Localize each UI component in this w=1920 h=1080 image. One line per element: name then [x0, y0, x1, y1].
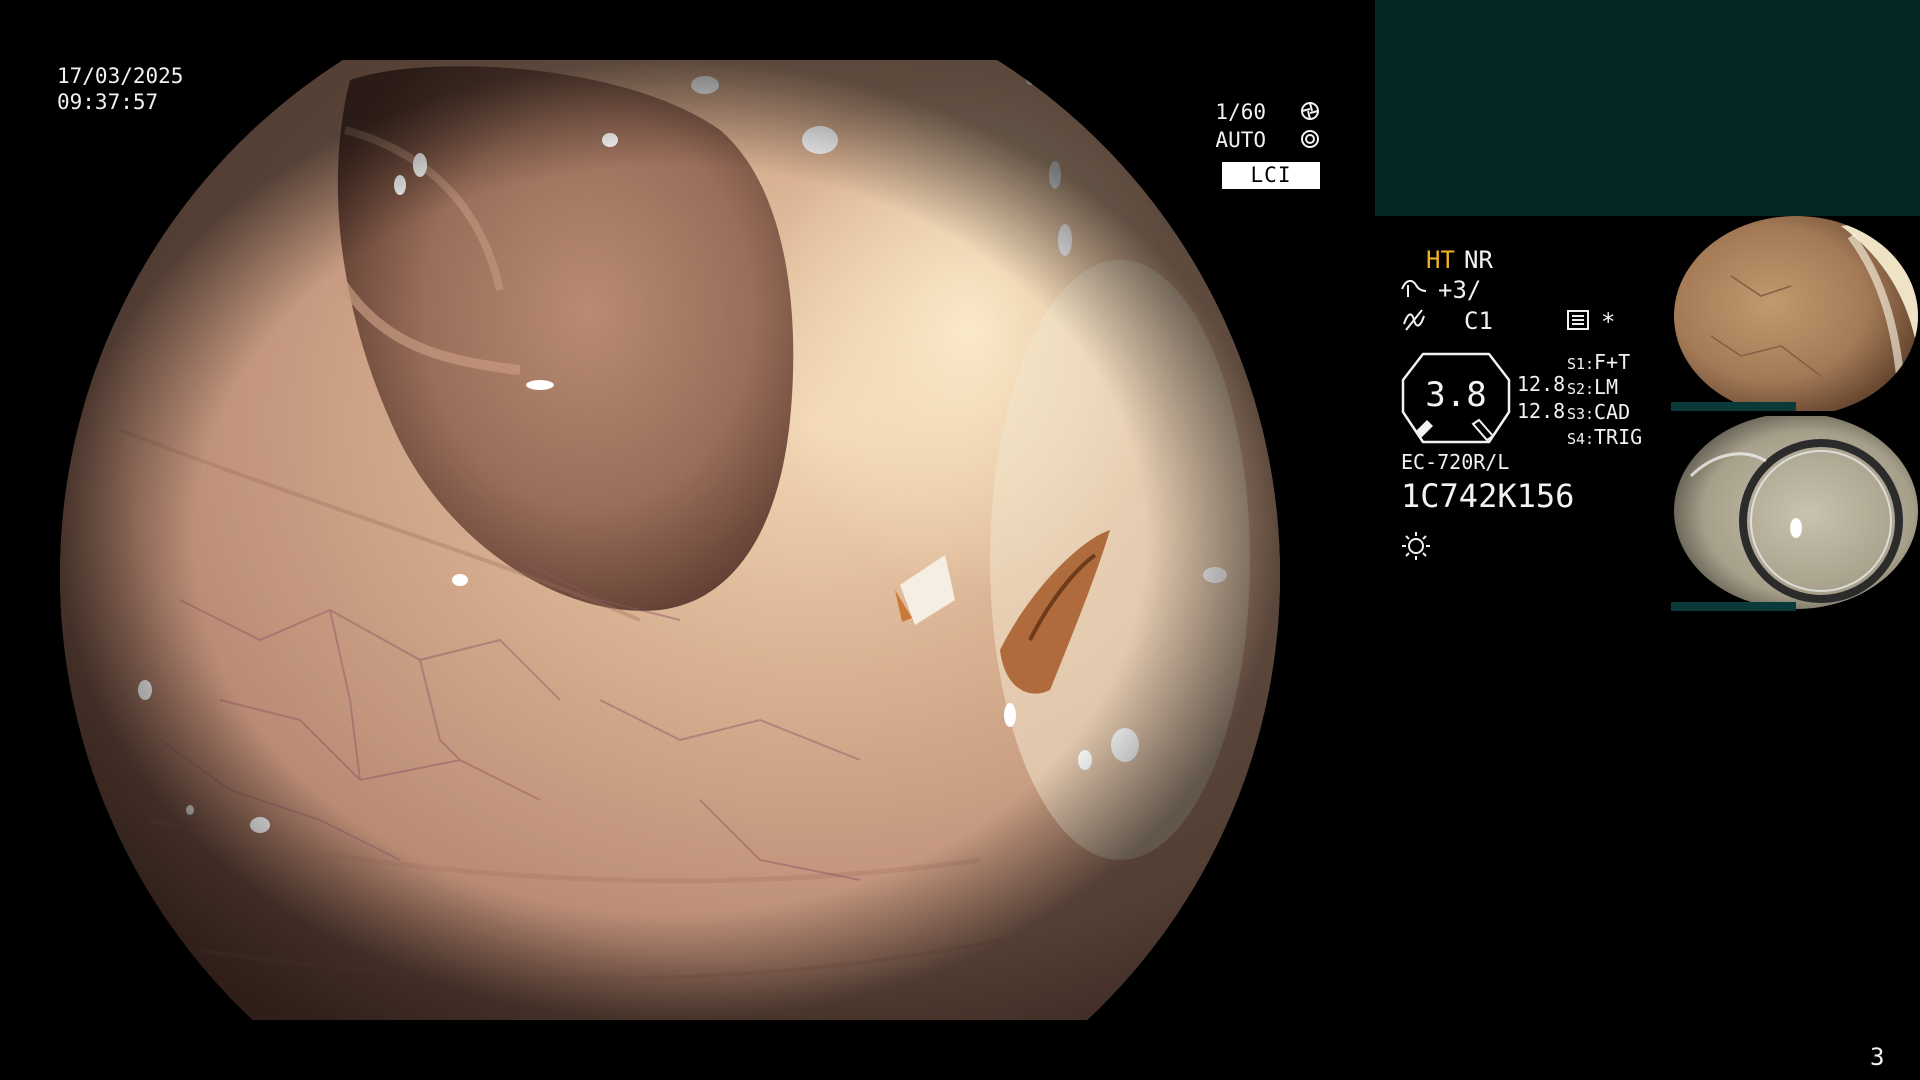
imaging-mode-badge: LCI [1222, 162, 1320, 189]
ht-label: HT [1426, 246, 1455, 274]
thumbnail-caption-bar [1671, 602, 1796, 611]
switch-key: S4: [1567, 430, 1595, 448]
scope-serial: 1C742K156 [1401, 477, 1575, 515]
shutter-icon [1301, 102, 1319, 120]
switch-key: S1: [1567, 355, 1595, 373]
endoscopy-screen: 17/03/2025 09:37:57 1/60 AUTO LCI HT NR … [0, 0, 1920, 1080]
switch-key: S2: [1567, 380, 1595, 398]
switch-value: CAD [1594, 400, 1631, 424]
nr-label: NR [1464, 246, 1493, 274]
info-panel-background [1375, 0, 1920, 216]
color-value: C1 [1464, 307, 1493, 335]
asterisk-marker: * [1601, 308, 1616, 336]
switch-key: S3: [1567, 405, 1595, 423]
thumbnail-image [1674, 216, 1918, 411]
switch-value: LM [1594, 375, 1619, 399]
page-number: 3 [1870, 1043, 1885, 1071]
switch-row-s1: S1:F+T [1567, 352, 1630, 372]
magnification-value: 12.8 [1517, 399, 1566, 423]
record-icon [1567, 310, 1589, 330]
date-text: 17/03/2025 [57, 64, 184, 88]
iris-mode-text: AUTO [1215, 128, 1266, 152]
captured-image-thumbnail[interactable] [1671, 216, 1920, 411]
enhancement-icon [1401, 279, 1427, 297]
magnification-value: 12.8 [1517, 372, 1566, 396]
switch-row-s2: S2:LM [1567, 377, 1618, 397]
scope-model: EC-720R/L [1401, 450, 1510, 474]
light-icon [1402, 532, 1430, 560]
switch-row-s3: S3:CAD [1567, 402, 1630, 422]
shutter-speed-text: 1/60 [1215, 100, 1266, 124]
iris-icon [1301, 130, 1319, 148]
switch-value: F+T [1594, 350, 1631, 374]
enhancement-value: +3/ [1438, 276, 1482, 304]
switch-value: TRIG [1594, 425, 1643, 449]
gauge-value: 3.8 [1425, 375, 1487, 415]
switch-row-s4: S4:TRIG [1567, 427, 1642, 447]
captured-image-thumbnail[interactable] [1671, 416, 1920, 611]
endoscopic-image [60, 60, 1280, 1020]
time-text: 09:37:57 [57, 90, 159, 114]
thumbnail-caption-bar [1671, 402, 1796, 411]
thumbnail-image [1674, 416, 1918, 609]
color-icon [1403, 309, 1425, 331]
